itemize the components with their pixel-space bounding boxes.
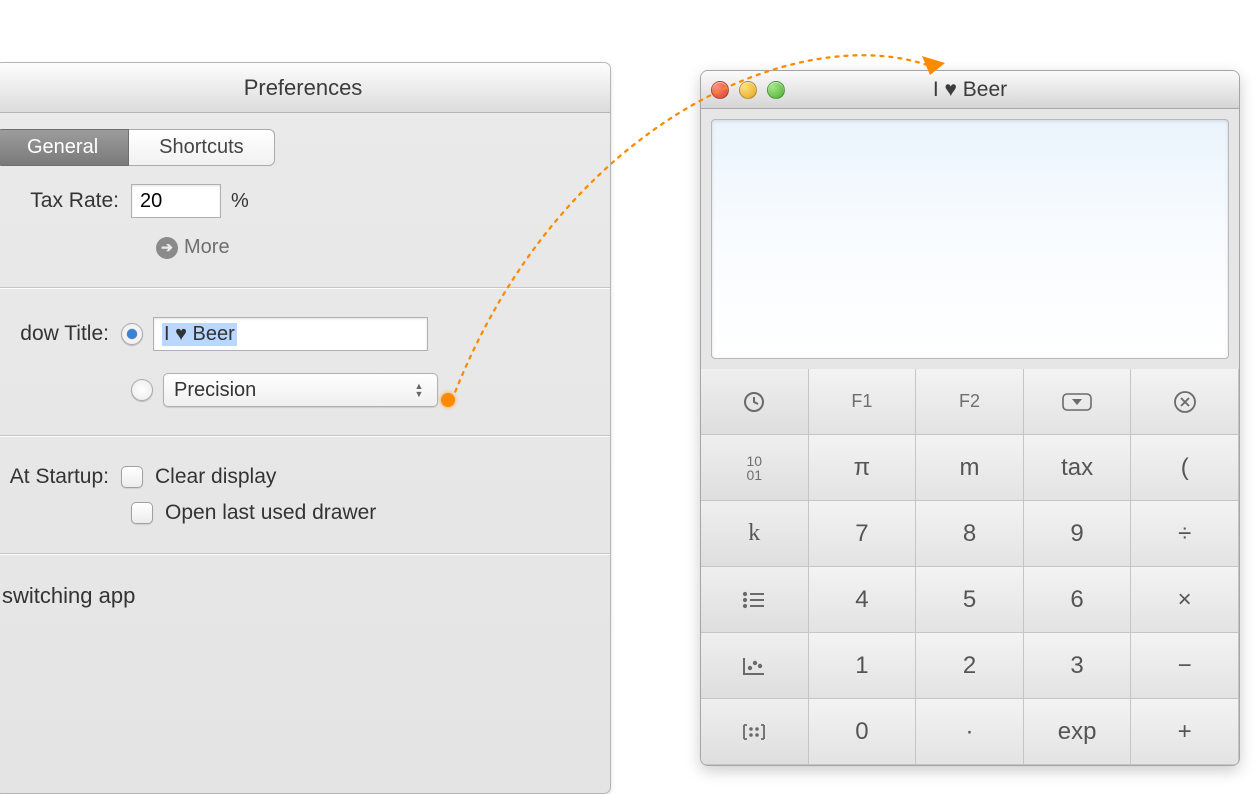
x-in-circle-icon	[1172, 389, 1198, 415]
key-dot[interactable]: ·	[916, 699, 1024, 765]
key-dropdown[interactable]	[1024, 369, 1132, 435]
key-9[interactable]: 9	[1024, 501, 1132, 567]
key-tax[interactable]: tax	[1024, 435, 1132, 501]
divider	[0, 553, 610, 555]
key-paren-open[interactable]: (	[1131, 435, 1239, 501]
tab-shortcuts[interactable]: Shortcuts	[129, 129, 274, 166]
annotation-dot-icon	[441, 393, 455, 407]
key-divide[interactable]: ÷	[1131, 501, 1239, 567]
divider	[0, 287, 610, 289]
traffic-lights	[711, 81, 785, 99]
matrix-icon	[740, 723, 768, 741]
key-0[interactable]: 0	[809, 699, 917, 765]
more-link[interactable]: ➔ More	[156, 236, 610, 259]
key-exp[interactable]: exp	[1024, 699, 1132, 765]
key-f1[interactable]: F1	[809, 369, 917, 435]
key-k[interactable]: k	[701, 501, 809, 567]
window-title-row: dow Title: I ♥ Beer	[0, 317, 610, 351]
key-list[interactable]	[701, 567, 809, 633]
key-binary[interactable]: 10 01	[701, 435, 809, 501]
triangle-down-in-box-icon	[1062, 393, 1092, 411]
key-history[interactable]	[701, 369, 809, 435]
calculator-display	[711, 119, 1229, 359]
radio-precision-title[interactable]	[131, 379, 153, 401]
key-plus[interactable]: +	[1131, 699, 1239, 765]
key-minus[interactable]: −	[1131, 633, 1239, 699]
key-clear[interactable]	[1131, 369, 1239, 435]
checkbox-clear-display-label: Clear display	[155, 465, 276, 489]
zoom-icon[interactable]	[767, 81, 785, 99]
arrow-right-icon: ➔	[156, 237, 178, 259]
precision-select[interactable]: Precision ▲▼	[163, 373, 438, 407]
key-6[interactable]: 6	[1024, 567, 1132, 633]
key-1[interactable]: 1	[809, 633, 917, 699]
key-matrix[interactable]	[701, 699, 809, 765]
key-scatter[interactable]	[701, 633, 809, 699]
key-multiply[interactable]: ×	[1131, 567, 1239, 633]
startup-row-2: Open last used drawer	[0, 501, 610, 525]
startup-label: At Startup:	[0, 465, 121, 489]
tax-rate-label: Tax Rate:	[0, 189, 131, 213]
calculator-keypad: F1 F2 10 01 π m tax ( k 7 8 9 ÷	[701, 369, 1239, 765]
checkbox-open-drawer[interactable]	[131, 502, 153, 524]
calculator-window: I ♥ Beer F1 F2 10 01 π m tax ( k 7 8 9	[700, 70, 1240, 766]
key-3[interactable]: 3	[1024, 633, 1132, 699]
custom-title-input[interactable]: I ♥ Beer	[153, 317, 428, 351]
divider	[0, 435, 610, 437]
key-f2[interactable]: F2	[916, 369, 1024, 435]
binary-icon: 10 01	[747, 454, 763, 482]
key-m[interactable]: m	[916, 435, 1024, 501]
window-title-label: dow Title:	[0, 322, 121, 346]
checkbox-open-drawer-label: Open last used drawer	[165, 501, 376, 525]
key-8[interactable]: 8	[916, 501, 1024, 567]
preferences-window: Preferences General Shortcuts Tax Rate: …	[0, 62, 611, 794]
minimize-icon[interactable]	[739, 81, 757, 99]
key-4[interactable]: 4	[809, 567, 917, 633]
switching-app-label: switching app	[2, 583, 135, 609]
preferences-tabbar: General Shortcuts	[0, 129, 610, 166]
key-pi[interactable]: π	[809, 435, 917, 501]
preferences-titlebar: Preferences	[0, 63, 610, 113]
percent-label: %	[231, 190, 249, 213]
close-icon[interactable]	[711, 81, 729, 99]
list-icon	[742, 591, 766, 609]
scatter-plot-icon	[742, 656, 766, 676]
checkbox-clear-display[interactable]	[121, 466, 143, 488]
key-7[interactable]: 7	[809, 501, 917, 567]
preferences-title: Preferences	[244, 75, 363, 100]
chevrons-icon: ▲▼	[411, 383, 427, 398]
calculator-titlebar[interactable]: I ♥ Beer	[701, 71, 1239, 109]
clock-icon	[742, 390, 766, 414]
tax-rate-row: Tax Rate: %	[0, 184, 610, 218]
startup-row-1: At Startup: Clear display	[0, 465, 610, 489]
tax-rate-input[interactable]	[131, 184, 221, 218]
key-5[interactable]: 5	[916, 567, 1024, 633]
switching-app-row: switching app	[0, 583, 610, 609]
tab-general[interactable]: General	[0, 129, 129, 166]
key-2[interactable]: 2	[916, 633, 1024, 699]
radio-custom-title[interactable]	[121, 323, 143, 345]
precision-row: Precision ▲▼	[0, 373, 610, 407]
